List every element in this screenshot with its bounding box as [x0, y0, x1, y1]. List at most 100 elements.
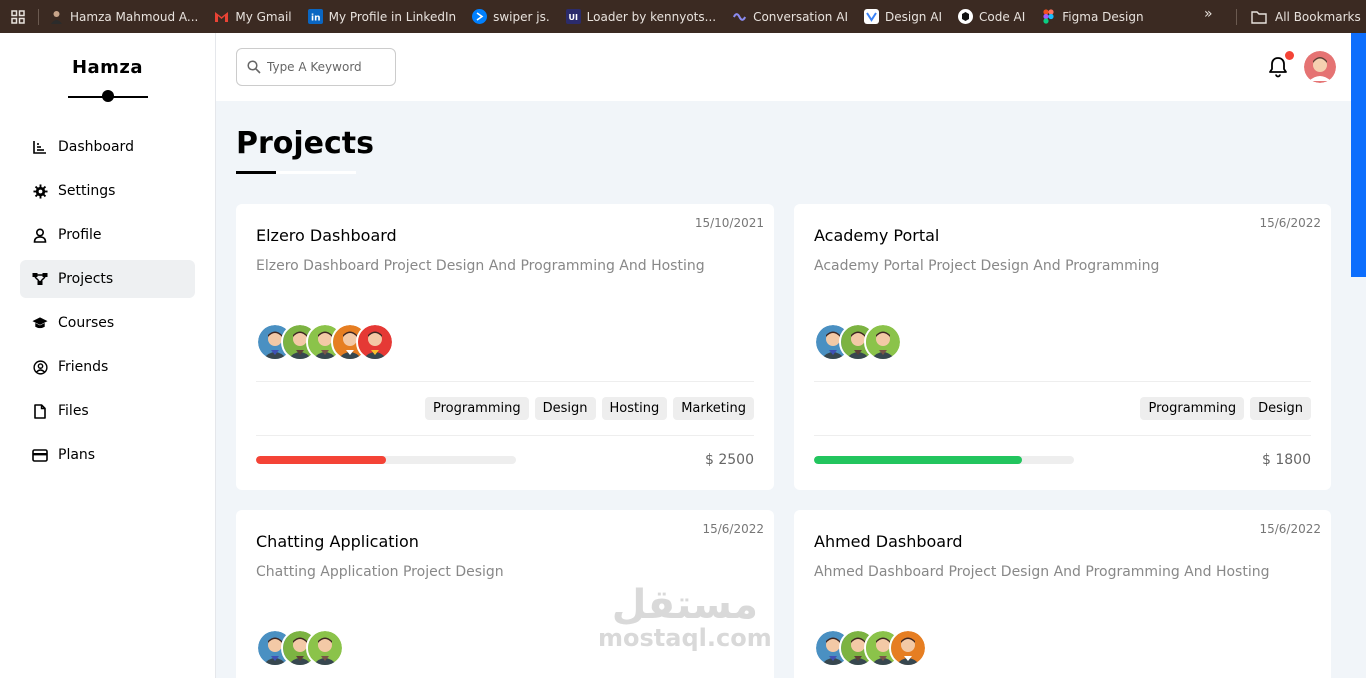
sidebar-item-label: Profile [58, 227, 102, 243]
bookmark-list: Hamza Mahmoud A... My Gmail in My Profile i… [49, 9, 1160, 24]
sidebar-item-label: Friends [58, 359, 109, 375]
bookmark-item[interactable]: in My Profile in LinkedIn [307, 9, 457, 24]
project-progress-bar [256, 455, 516, 464]
brand-divider [67, 90, 148, 102]
scrollbar[interactable] [1351, 33, 1366, 678]
svg-text:in: in [311, 14, 321, 24]
bookmarks-separator [38, 8, 39, 25]
project-title: Ahmed Dashboard [814, 532, 963, 551]
bookmark-label: Conversation AI [753, 9, 848, 24]
bookmark-label: My Gmail [235, 9, 292, 24]
project-card[interactable]: 15/10/2021 Elzero Dashboard Elzero Dashboa… [236, 204, 774, 490]
graduation-cap-icon [32, 315, 48, 331]
sidebar-item-files[interactable]: Files [20, 392, 195, 430]
gear-icon [32, 183, 48, 199]
project-title: Chatting Application [256, 532, 419, 551]
project-tag[interactable]: Programming [424, 396, 529, 420]
search-box[interactable] [236, 48, 396, 86]
project-footer: $ 1800 [814, 452, 1311, 468]
notification-dot [1285, 51, 1294, 60]
team-member-avatar[interactable] [306, 628, 344, 667]
project-card[interactable]: 15/6/2022 Academy Portal Academy Portal Pr… [794, 204, 1331, 490]
bookmark-label: Design AI [884, 9, 942, 24]
user-circle-icon [32, 359, 48, 375]
project-tag[interactable]: Design [534, 396, 596, 420]
bookmark-item[interactable]: UI Loader by kennyots... [565, 9, 717, 24]
apps-grid-icon[interactable] [0, 9, 36, 24]
project-card[interactable]: 15/6/2022 Ahmed Dashboard Ahmed Dashboard … [794, 510, 1331, 678]
code-ai-icon [957, 9, 973, 24]
conversation-ai-icon [732, 9, 747, 24]
person-avatar-icon [49, 9, 64, 24]
project-price: $ 1800 [1262, 451, 1311, 468]
project-price: $ 2500 [705, 451, 754, 468]
project-description: Academy Portal Project Design And Progra… [814, 258, 1160, 274]
bookmark-label: Loader by kennyots... [586, 9, 717, 24]
project-progress-fill [256, 455, 386, 464]
sidebar: Hamza Dashboard Settings Profile Projects Co… [0, 33, 216, 678]
project-progress-fill [814, 455, 1022, 464]
user-avatar[interactable] [1304, 51, 1336, 83]
bookmark-label: My Profile in LinkedIn [328, 9, 457, 24]
sidebar-item-settings[interactable]: Settings [20, 172, 195, 210]
project-team [814, 322, 1311, 361]
bookmark-item[interactable]: Code AI [957, 9, 1026, 24]
sidebar-nav: Dashboard Settings Profile Projects Courses F… [0, 128, 215, 474]
project-progress-bar [814, 455, 1074, 464]
top-header [216, 33, 1366, 101]
project-title: Elzero Dashboard [256, 226, 397, 245]
project-tag[interactable]: Programming [1140, 396, 1245, 420]
bookmark-item[interactable]: My Gmail [214, 9, 292, 24]
project-tags: Programming Design [814, 380, 1311, 436]
file-icon [32, 403, 48, 419]
team-member-avatar[interactable] [864, 322, 902, 361]
sidebar-item-label: Files [58, 403, 89, 419]
sidebar-item-projects[interactable]: Projects [20, 260, 195, 298]
sidebar-item-profile[interactable]: Profile [20, 216, 195, 254]
brand-name: Hamza [71, 57, 144, 78]
folder-icon [1251, 10, 1267, 24]
watermark-arabic: مستقل [611, 582, 758, 628]
bookmark-item[interactable]: Conversation AI [732, 9, 848, 24]
svg-text:UI: UI [568, 13, 577, 22]
sidebar-item-label: Plans [58, 447, 96, 463]
notification-bell-icon[interactable] [1268, 56, 1288, 82]
all-bookmarks-label: All Bookmarks [1275, 9, 1361, 24]
bookmark-label: Hamza Mahmoud A... [70, 9, 199, 24]
bookmark-item[interactable]: Figma Design [1041, 9, 1144, 24]
project-tags: Programming Design Hosting Marketing [256, 380, 754, 436]
project-team [814, 628, 1311, 667]
search-input[interactable] [267, 60, 387, 74]
sidebar-item-plans[interactable]: Plans [20, 436, 195, 474]
project-date: 15/6/2022 [1259, 216, 1321, 230]
project-tag[interactable]: Design [1250, 396, 1311, 420]
scrollbar-thumb[interactable] [1351, 33, 1366, 277]
project-tag[interactable]: Marketing [673, 396, 754, 420]
gmail-icon [214, 9, 229, 24]
sidebar-item-friends[interactable]: Friends [20, 348, 195, 386]
bookmarks-separator [1236, 9, 1237, 25]
chart-icon [32, 139, 48, 155]
bookmark-item[interactable]: Hamza Mahmoud A... [49, 9, 198, 24]
credit-card-icon [32, 447, 48, 463]
bookmarks-bar: Hamza Mahmoud A... My Gmail in My Profile i… [0, 0, 1366, 33]
project-description: Elzero Dashboard Project Design And Prog… [256, 258, 705, 274]
sidebar-item-courses[interactable]: Courses [20, 304, 195, 342]
more-bookmarks-chevron-icon[interactable]: » [1204, 6, 1213, 22]
project-date: 15/6/2022 [1259, 522, 1321, 536]
watermark: مستقل mostaql.com [598, 585, 772, 651]
search-icon [247, 60, 261, 74]
project-description: Chatting Application Project Design [256, 564, 504, 580]
project-footer: $ 2500 [256, 452, 754, 468]
project-description: Ahmed Dashboard Project Design And Progr… [814, 564, 1270, 580]
bookmark-label: Code AI [978, 9, 1026, 24]
team-member-avatar[interactable] [356, 322, 394, 361]
bookmark-item[interactable]: swiper js. [472, 9, 550, 24]
project-tag[interactable]: Hosting [601, 396, 668, 420]
sidebar-item-dashboard[interactable]: Dashboard [20, 128, 195, 166]
uiverse-icon: UI [565, 9, 581, 24]
team-member-avatar[interactable] [889, 628, 927, 667]
bookmark-item[interactable]: Design AI [863, 9, 942, 24]
all-bookmarks-button[interactable]: All Bookmarks [1251, 0, 1361, 33]
bookmark-label: Figma Design [1062, 9, 1144, 24]
